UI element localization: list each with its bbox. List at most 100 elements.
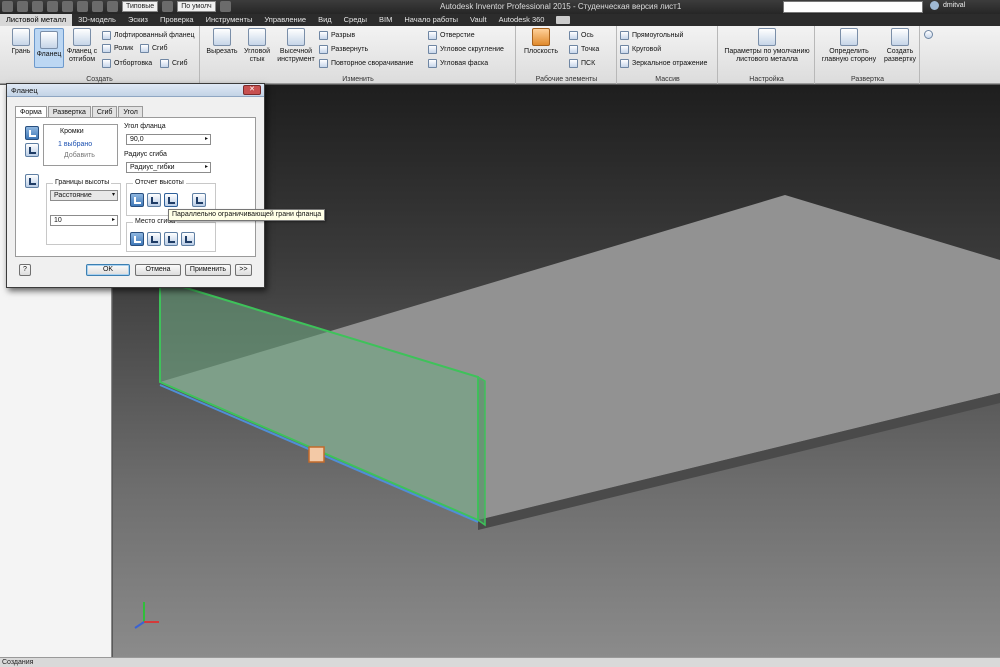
point-icon	[569, 45, 578, 54]
app-menu-icon[interactable]	[2, 1, 13, 12]
style-dropdown[interactable]: Типовые	[122, 1, 159, 12]
window-title: Autodesk Inventor Professional 2015 - Ст…	[440, 2, 682, 11]
chevron-right-icon: ▸	[204, 136, 208, 142]
cut-icon	[213, 28, 231, 46]
sheet-metal-defaults-button[interactable]: Параметры по умолчанию листового металла	[721, 28, 813, 64]
fold-button[interactable]: Сгиб	[160, 58, 188, 69]
corner-round-button[interactable]: Угловое скругление	[428, 44, 504, 55]
panel-flat-pattern-label: Развертка	[850, 76, 885, 83]
flip-direction-button[interactable]	[25, 174, 39, 188]
tab-corner[interactable]: Угол	[118, 106, 143, 117]
rectangular-pattern-icon	[620, 31, 629, 40]
tab-bend[interactable]: Сгиб	[91, 106, 118, 117]
axis-button[interactable]: Ось	[569, 30, 594, 41]
contour-flange-button[interactable]: Фланец с отгибом	[66, 28, 98, 64]
punch-tool-button[interactable]: Высечной инструмент	[275, 28, 317, 64]
help-button[interactable]: ?	[19, 264, 31, 276]
view-dropdown[interactable]: По умолч	[177, 1, 216, 12]
tab-unfold[interactable]: Развертка	[47, 106, 91, 117]
tab-sheet-metal[interactable]: Листовой металл	[0, 14, 73, 26]
rip-icon	[319, 31, 328, 40]
chevron-right-icon: ▸	[204, 164, 208, 170]
tab-vault[interactable]: Vault	[464, 14, 493, 26]
open-icon[interactable]	[32, 1, 43, 12]
flange-button[interactable]: Фланец	[34, 28, 64, 68]
bend-position-3-button[interactable]	[164, 232, 178, 246]
lofted-flange-button[interactable]: Лофтированный фланец	[102, 30, 195, 41]
hole-button[interactable]: Отверстие	[428, 30, 475, 41]
datum-option-2-button[interactable]	[147, 193, 161, 207]
sheet-metal-defaults-icon	[758, 28, 776, 46]
datum-option-1-button[interactable]	[130, 193, 144, 207]
bend-position-2-button[interactable]	[147, 232, 161, 246]
more-button[interactable]: >>	[235, 264, 252, 276]
tab-manage[interactable]: Управление	[258, 14, 312, 26]
height-extents-select[interactable]: Расстояние ▾	[50, 190, 118, 201]
color-icon[interactable]	[162, 1, 174, 12]
plane-button[interactable]: Плоскость	[521, 28, 561, 56]
select-icon[interactable]	[107, 1, 118, 12]
user-area[interactable]: dmitval	[930, 1, 965, 10]
edges-selected[interactable]: 1 выбрано	[58, 141, 92, 148]
undo-icon[interactable]	[62, 1, 73, 12]
ucs-button[interactable]: ПСК	[569, 58, 595, 69]
tab-autodesk-360[interactable]: Autodesk 360	[493, 14, 551, 26]
loop-select-mode-button[interactable]	[25, 143, 39, 157]
axis-icon	[569, 31, 578, 40]
rip-button[interactable]: Разрыв	[319, 30, 355, 41]
corner-seam-button[interactable]: Угловой стык	[241, 28, 273, 64]
flange-angle-input[interactable]: 90,0 ▸	[126, 134, 211, 145]
tab-3d-model[interactable]: 3D-модель	[72, 14, 122, 26]
rectangular-pattern-button[interactable]: Прямоугольный	[620, 30, 683, 41]
unfold-button[interactable]: Развернуть	[319, 44, 368, 55]
home-icon[interactable]	[92, 1, 103, 12]
cancel-button[interactable]: Отмена	[135, 264, 181, 276]
face-button[interactable]: Грань	[8, 28, 34, 56]
refold-button[interactable]: Повторное сворачивание	[319, 58, 413, 69]
tab-get-started[interactable]: Начало работы	[398, 14, 464, 26]
search-input[interactable]	[783, 1, 923, 13]
define-a-side-button[interactable]: Определить главную сторону	[818, 28, 880, 64]
point-button[interactable]: Точка	[569, 44, 599, 55]
tab-inspect[interactable]: Проверка	[154, 14, 200, 26]
bend-radius-input[interactable]: Радиус_гибки ▸	[126, 162, 211, 173]
circular-pattern-button[interactable]: Круговой	[620, 44, 661, 55]
tab-tools[interactable]: Инструменты	[200, 14, 259, 26]
tab-sketch[interactable]: Эскиз	[122, 14, 154, 26]
datum-aligned-button[interactable]	[192, 193, 206, 207]
mirror-button[interactable]: Зеркальное отражение	[620, 58, 707, 69]
corner-chamfer-button[interactable]: Угловая фаска	[428, 58, 488, 69]
edges-add[interactable]: Добавить	[64, 152, 95, 159]
tab-bim[interactable]: BIM	[373, 14, 398, 26]
height-extents-label: Границы высоты	[53, 179, 112, 186]
ribbon-options-button[interactable]	[924, 29, 933, 40]
roll-button[interactable]: Ролик	[102, 43, 133, 54]
tab-view[interactable]: Вид	[312, 14, 338, 26]
create-flat-pattern-icon	[891, 28, 909, 46]
cut-button[interactable]: Вырезать	[205, 28, 239, 56]
hem-button[interactable]: Отбортовка	[102, 58, 152, 69]
edges-group[interactable]: Кромки 1 выбрано Добавить	[43, 124, 118, 166]
bend-position-4-button[interactable]	[181, 232, 195, 246]
create-flat-pattern-button[interactable]: Создать развертку	[882, 28, 918, 64]
video-icon[interactable]	[556, 16, 571, 24]
height-input[interactable]: 10 ▸	[50, 215, 118, 226]
close-button[interactable]: ✕	[243, 85, 261, 95]
redo-icon[interactable]	[77, 1, 88, 12]
apply-button[interactable]: Применить	[185, 264, 231, 276]
new-icon[interactable]	[17, 1, 28, 12]
parameters-icon[interactable]	[219, 1, 231, 12]
lofted-flange-icon	[102, 31, 111, 40]
tab-environments[interactable]: Среды	[338, 14, 373, 26]
bend-position-1-button[interactable]	[130, 232, 144, 246]
fold-icon	[160, 59, 169, 68]
flange-icon	[40, 31, 58, 49]
title-bar: Типовые По умолч Autodesk Inventor Profe…	[0, 0, 1000, 14]
panel-modify-label: Изменить	[342, 76, 374, 83]
ok-button[interactable]: OK	[86, 264, 130, 276]
edge-select-mode-button[interactable]	[25, 126, 39, 140]
datum-option-3-button[interactable]	[164, 193, 178, 207]
bend-button[interactable]: Сгиб	[140, 43, 168, 54]
save-icon[interactable]	[47, 1, 58, 12]
flip-direction-glyph[interactable]	[308, 446, 325, 463]
